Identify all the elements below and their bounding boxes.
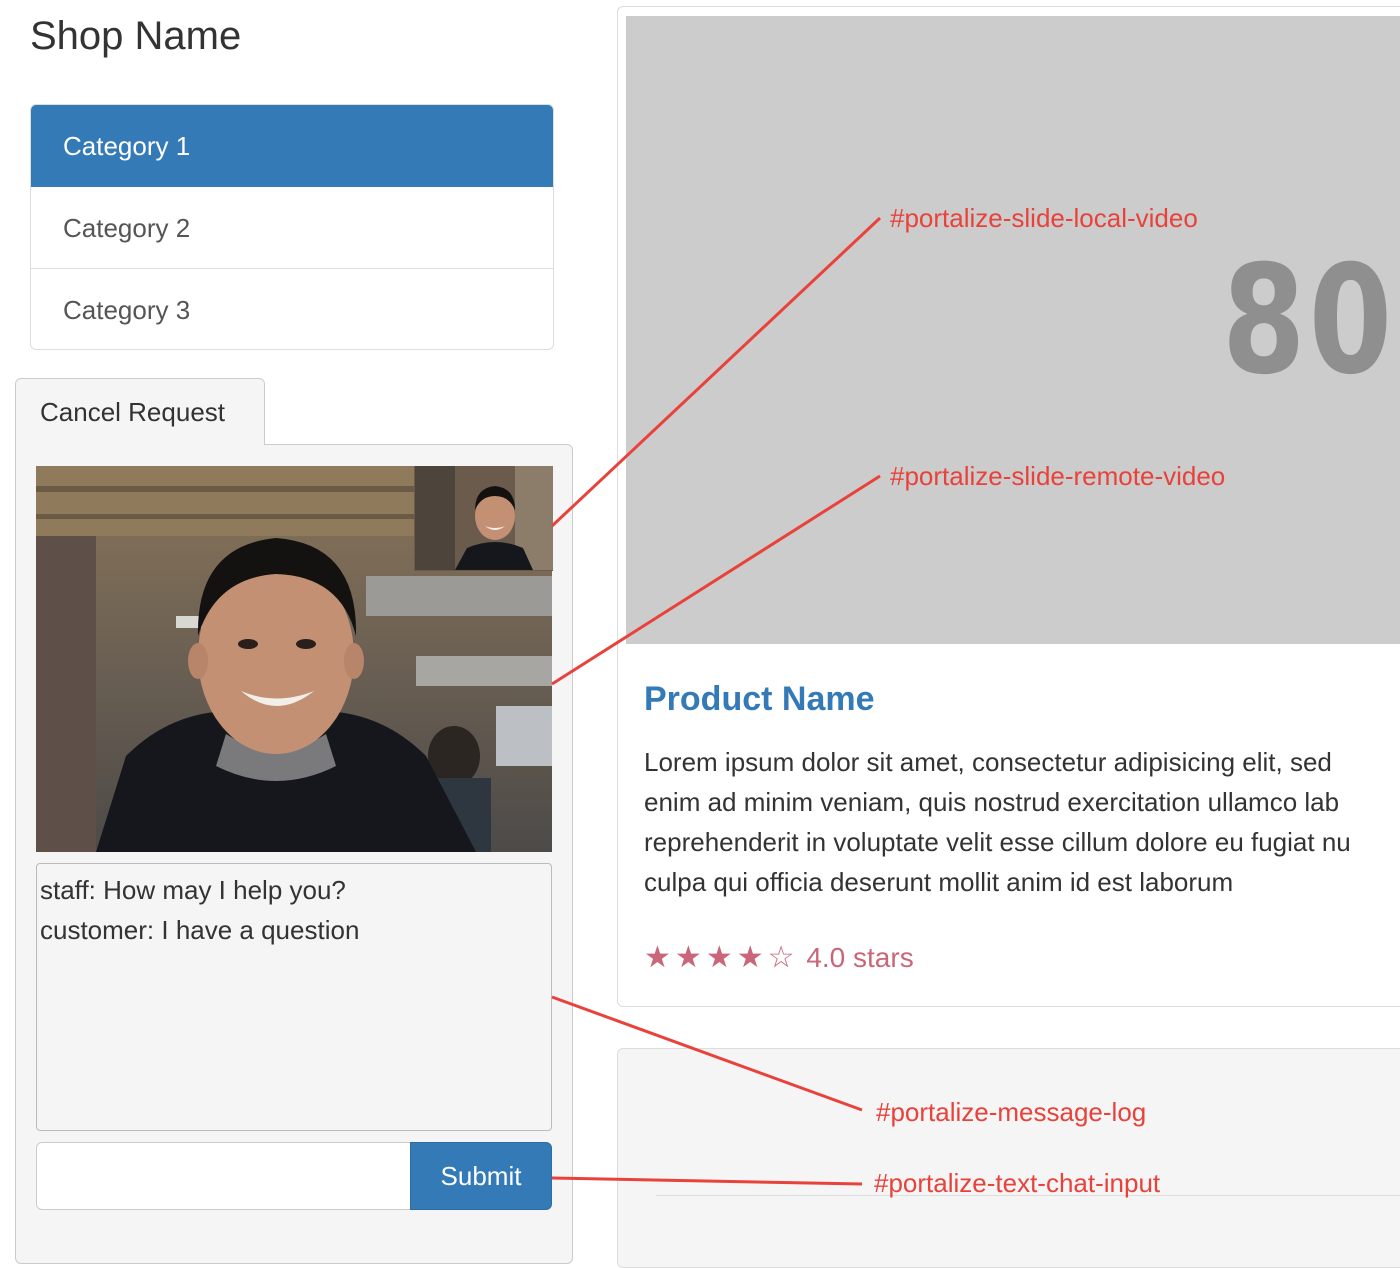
star-filled-icon: ★ (674, 941, 702, 974)
local-video (414, 466, 553, 571)
product-name-link[interactable]: Product Name (644, 680, 875, 719)
message-log: staff: How may I help you? customer: I h… (36, 863, 552, 1131)
product-image-placeholder: 800 (626, 16, 1400, 644)
description-line: enim ad minim veniam, quis nostrud exerc… (644, 787, 1340, 817)
product-rating: ★ ★ ★ ★ ☆ 4.0 stars (644, 938, 914, 978)
category-item-1[interactable]: Category 1 (31, 105, 553, 187)
star-filled-icon: ★ (736, 941, 764, 974)
rating-label: 4.0 stars (806, 942, 914, 973)
star-filled-icon: ★ (644, 941, 671, 974)
submit-button[interactable]: Submit (410, 1142, 552, 1210)
annotation-label-text-chat-input: #portalize-text-chat-input (874, 1168, 1161, 1198)
shop-name: Shop Name (30, 14, 242, 58)
message-line: customer: I have a question (40, 915, 360, 945)
category-item-3[interactable]: Category 3 (31, 269, 553, 349)
placeholder-dimension-text: 800 (1222, 234, 1400, 408)
annotation-label-remote-video: #portalize-slide-remote-video (890, 461, 1226, 491)
description-line: reprehenderit in voluptate velit esse ci… (644, 827, 1351, 857)
description-line: culpa qui officia deserunt mollit anim i… (644, 867, 1234, 897)
text-chat-input[interactable] (36, 1142, 412, 1210)
description-line: Lorem ipsum dolor sit amet, consectetur … (644, 747, 1332, 777)
cancel-request-tab[interactable]: Cancel Request (15, 378, 265, 445)
product-description: Lorem ipsum dolor sit amet, consectetur … (644, 742, 1400, 902)
annotation-label-message-log: #portalize-message-log (876, 1097, 1147, 1127)
star-filled-icon: ★ (705, 941, 733, 974)
annotation-label-local-video: #portalize-slide-local-video (890, 203, 1198, 233)
secondary-card (617, 1048, 1400, 1268)
local-video-frame (415, 466, 553, 570)
category-item-2[interactable]: Category 2 (31, 187, 553, 269)
category-list: Category 1 Category 2 Category 3 (30, 104, 554, 350)
message-line: staff: How may I help you? (40, 875, 346, 905)
star-empty-icon: ☆ (767, 941, 795, 974)
